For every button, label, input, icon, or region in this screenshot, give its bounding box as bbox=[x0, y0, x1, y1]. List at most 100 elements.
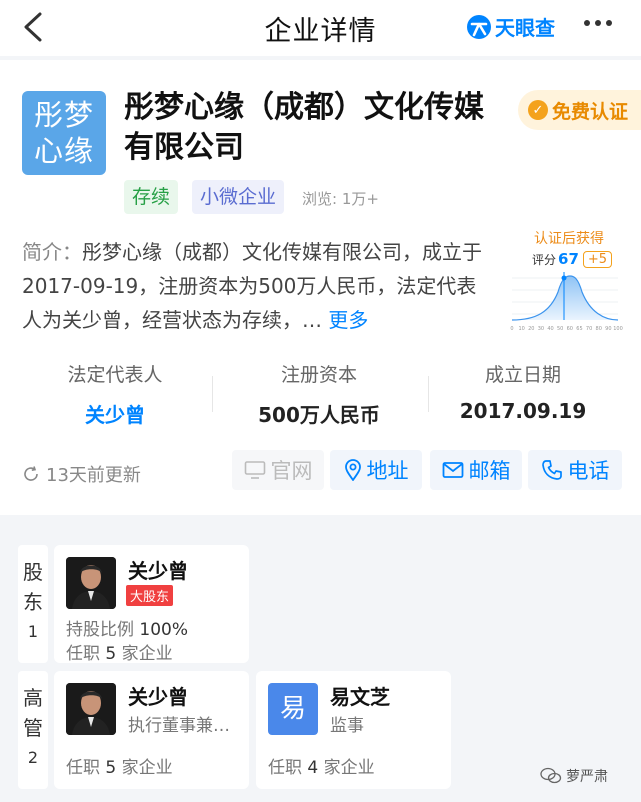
company-name: 彤梦心缘（成都）文化传媒有限公司 bbox=[124, 90, 484, 165]
divider bbox=[212, 376, 213, 412]
brand-logo: 天眼查 bbox=[466, 12, 555, 41]
shareholders-count: 1 bbox=[27, 622, 39, 641]
score-label: 评分 bbox=[532, 252, 557, 267]
jobs-suffix: 家企业 bbox=[121, 758, 173, 778]
jobs-count: 5 bbox=[105, 644, 117, 664]
check-badge-icon: ✓ bbox=[528, 100, 548, 120]
email-button[interactable]: 邮箱 bbox=[430, 450, 522, 490]
executive-role: 执行董事兼… bbox=[128, 716, 230, 736]
score-widget[interactable]: 认证后获得 评分 67 +5 0 10 20 30 40 50 60 65 70 80 90 100 bbox=[506, 226, 624, 334]
avatar bbox=[66, 683, 116, 735]
page-title: 企业详情 bbox=[264, 15, 377, 47]
capital-value: 500万人民币 bbox=[258, 403, 380, 427]
view-count: 浏览: 1万+ bbox=[302, 190, 379, 208]
founded-value: 2017.09.19 bbox=[459, 399, 587, 423]
brand-name: 天眼查 bbox=[495, 16, 555, 40]
capital-stat: 注册资本 500万人民币 bbox=[214, 360, 424, 428]
back-arrow-icon[interactable] bbox=[18, 10, 52, 44]
score-distribution-curve: 0 10 20 30 40 50 60 65 70 80 90 100 bbox=[510, 272, 623, 332]
executives-label-2: 管 bbox=[23, 716, 43, 740]
avatar: 易 bbox=[268, 683, 318, 735]
score-axis-tick: 100 bbox=[613, 326, 623, 332]
score-axis-tick: 50 bbox=[557, 326, 563, 332]
score-axis-tick: 80 bbox=[596, 326, 602, 332]
legal-rep-label: 法定代表人 bbox=[67, 364, 163, 386]
company-intro: 简介：彤梦心缘（成都）文化传媒有限公司，成立于2017-09-19，注册资本为5… bbox=[22, 235, 494, 337]
top-bar: 企业详情 天眼查 bbox=[0, 0, 641, 56]
executive-name[interactable]: 易文芝 bbox=[330, 681, 390, 710]
score-bonus: +5 bbox=[582, 250, 613, 268]
logo-text-line1: 彤梦 bbox=[33, 98, 94, 132]
score-headline: 认证后获得 bbox=[534, 231, 604, 247]
shareholders-label-1: 股 bbox=[23, 560, 43, 584]
intro-text: 彤梦心缘（成都）文化传媒有限公司，成立于2017-09-19，注册资本为500万… bbox=[22, 240, 482, 332]
email-label: 邮箱 bbox=[468, 459, 511, 483]
executive-role: 监事 bbox=[330, 716, 364, 736]
shareholder-card[interactable]: 关少曾 大股东 持股比例 100% 任职 5 家企业 bbox=[54, 545, 249, 664]
executive-card[interactable]: 关少曾 执行董事兼… 任职 5 家企业 bbox=[54, 671, 249, 789]
score-axis-tick: 10 bbox=[518, 326, 524, 332]
score-axis-tick: 65 bbox=[576, 326, 582, 332]
legal-rep-value[interactable]: 关少曾 bbox=[10, 399, 220, 428]
jobs-prefix: 任职 bbox=[66, 644, 100, 664]
update-info[interactable]: 13天前更新 bbox=[22, 461, 141, 487]
company-card: 彤梦 心缘 彤梦心缘（成都）文化传媒有限公司 ✓ 免费认证 存续 小微企业 浏览… bbox=[0, 60, 641, 515]
score-axis-tick: 90 bbox=[605, 326, 611, 332]
shareholders-label-2: 东 bbox=[23, 590, 43, 614]
jobs-count: 5 bbox=[105, 758, 117, 778]
ratio-value: 100% bbox=[139, 620, 189, 640]
positions-held: 任职 5 家企业 bbox=[66, 639, 173, 664]
score-value: 67 bbox=[558, 250, 579, 268]
executives-tab[interactable]: 高 管 2 bbox=[18, 671, 48, 789]
jobs-prefix: 任职 bbox=[268, 758, 302, 778]
size-tag[interactable]: 小微企业 bbox=[192, 180, 285, 214]
major-shareholder-badge: 大股东 bbox=[126, 585, 174, 606]
watermark: 萝严肃 bbox=[540, 766, 608, 786]
founded-label: 成立日期 bbox=[484, 364, 561, 386]
executive-card[interactable]: 易 易文芝 监事 任职 4 家企业 bbox=[256, 671, 451, 789]
jobs-prefix: 任职 bbox=[66, 758, 100, 778]
founded-stat: 成立日期 2017.09.19 bbox=[418, 360, 628, 423]
location-pin-icon bbox=[344, 459, 361, 481]
company-logo: 彤梦 心缘 bbox=[22, 91, 106, 175]
score-axis-tick: 20 bbox=[528, 326, 534, 332]
more-options-icon[interactable] bbox=[584, 20, 612, 26]
monitor-icon bbox=[244, 461, 265, 479]
phone-label: 电话 bbox=[567, 459, 610, 483]
website-label: 官网 bbox=[270, 459, 313, 483]
address-button[interactable]: 地址 bbox=[330, 450, 422, 490]
status-tag[interactable]: 存续 bbox=[124, 180, 179, 214]
shareholders-tab[interactable]: 股 东 1 bbox=[18, 545, 48, 663]
jobs-suffix: 家企业 bbox=[323, 758, 375, 778]
update-text: 13天前更新 bbox=[46, 465, 141, 486]
ratio-label: 持股比例 bbox=[66, 620, 134, 640]
score-axis-tick: 30 bbox=[538, 326, 544, 332]
executive-name[interactable]: 关少曾 bbox=[128, 681, 188, 710]
logo-text-line2: 心缘 bbox=[33, 134, 94, 168]
shareholding-ratio: 持股比例 100% bbox=[66, 615, 188, 640]
cert-label: 免费认证 bbox=[552, 100, 629, 123]
people-section: 股 东 1 关少曾 大股东 持股比例 100% 任职 5 家企业 高 管 2 关… bbox=[0, 525, 641, 802]
score-axis-tick: 0 bbox=[510, 326, 513, 332]
avatar bbox=[66, 557, 116, 609]
refresh-icon bbox=[24, 466, 38, 481]
executives-label-1: 高 bbox=[23, 686, 43, 710]
phone-icon bbox=[541, 460, 562, 480]
executives-count: 2 bbox=[27, 748, 39, 767]
positions-held: 任职 5 家企业 bbox=[66, 753, 173, 778]
phone-button[interactable]: 电话 bbox=[528, 450, 622, 490]
jobs-count: 4 bbox=[307, 758, 319, 778]
key-stats: 法定代表人 关少曾 注册资本 500万人民币 成立日期 2017.09.19 bbox=[0, 360, 641, 440]
website-button[interactable]: 官网 bbox=[232, 450, 324, 490]
free-certification-button[interactable]: ✓ 免费认证 bbox=[518, 90, 641, 130]
intro-more-link[interactable]: 更多 bbox=[328, 308, 368, 332]
positions-held: 任职 4 家企业 bbox=[268, 753, 375, 778]
mail-icon bbox=[442, 462, 463, 478]
address-label: 地址 bbox=[366, 459, 409, 483]
intro-label: 简介： bbox=[22, 240, 82, 264]
score-axis-tick: 60 bbox=[567, 326, 573, 332]
shareholder-name[interactable]: 关少曾 bbox=[128, 555, 188, 584]
score-axis-tick: 40 bbox=[547, 326, 553, 332]
tianyancha-logo-icon bbox=[467, 14, 491, 39]
jobs-suffix: 家企业 bbox=[121, 644, 173, 664]
